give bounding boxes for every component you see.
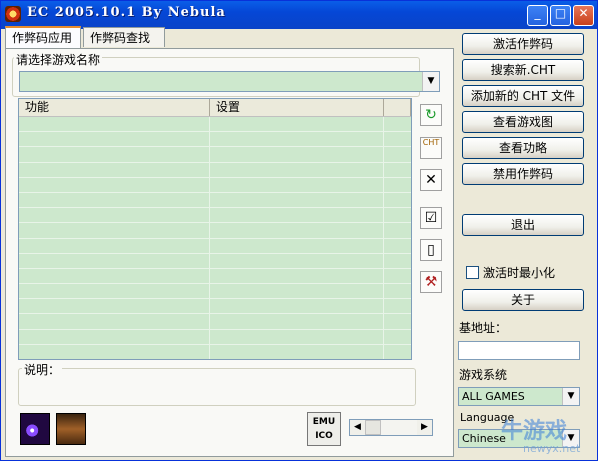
app-icon[interactable] <box>5 6 21 22</box>
table-row[interactable] <box>19 268 411 285</box>
minimize-on-activate-checkbox[interactable] <box>466 266 479 279</box>
horizontal-scrollbar[interactable]: ◀ ▶ <box>349 419 433 436</box>
activate-cheat-button[interactable]: 激活作弊码 <box>462 33 584 55</box>
scroll-thumb[interactable] <box>365 420 381 435</box>
add-cht-file-button[interactable]: 添加新的 CHT 文件 <box>462 85 584 107</box>
minimize-button[interactable]: _ <box>527 5 548 26</box>
table-row[interactable] <box>19 299 411 315</box>
tab-cheat-search[interactable]: 作弊码查找 <box>83 27 165 47</box>
game-system-label: 游戏系统 <box>459 368 508 382</box>
game-thumbnail-1[interactable] <box>20 413 50 445</box>
chevron-down-icon[interactable]: ▼ <box>562 388 579 405</box>
check-list-icon[interactable]: ☑ <box>420 207 442 229</box>
game-select-label: 请选择游戏名称 <box>14 51 103 68</box>
description-label: 说明： <box>22 361 63 378</box>
toggle-panel-icon[interactable]: ▯ <box>420 239 442 261</box>
column-setting[interactable]: 设置 <box>210 99 384 116</box>
about-button[interactable]: 关于 <box>462 289 584 311</box>
game-system-dropdown[interactable]: ALL GAMES ▼ <box>458 387 580 406</box>
tools-icon[interactable]: ⚒ <box>420 271 442 293</box>
base-address-input[interactable] <box>458 341 580 360</box>
tab-cheat-apply[interactable]: 作弊码应用 <box>5 26 81 48</box>
maximize-button[interactable]: □ <box>550 5 571 26</box>
cheat-list-header: 功能 设置 <box>19 99 411 117</box>
table-row[interactable] <box>19 344 411 359</box>
watermark-url: newyx.net <box>523 442 581 455</box>
table-row[interactable] <box>19 238 411 254</box>
view-game-image-button[interactable]: 查看游戏图 <box>462 111 584 133</box>
table-row[interactable] <box>19 329 411 345</box>
chevron-down-icon[interactable]: ▼ <box>422 72 439 91</box>
delete-icon[interactable]: ✕ <box>420 169 442 191</box>
scroll-right-icon[interactable]: ▶ <box>417 420 432 435</box>
disable-cheat-button[interactable]: 禁用作弊码 <box>462 163 584 185</box>
window-title: EC 2005.10.1 By Nebula <box>27 5 226 20</box>
open-cht-icon[interactable]: CHT <box>420 137 442 159</box>
column-function[interactable]: 功能 <box>19 99 210 116</box>
title-bar[interactable]: EC 2005.10.1 By Nebula _ □ ✕ <box>1 1 597 29</box>
table-row[interactable] <box>19 117 411 133</box>
emu-ico-icon[interactable]: EMU ICO <box>307 412 341 446</box>
table-row[interactable] <box>19 223 411 239</box>
game-select-dropdown[interactable]: ▼ <box>19 71 440 92</box>
language-value: Chinese <box>462 432 506 445</box>
minimize-icon: _ <box>534 6 541 20</box>
maximize-icon: □ <box>554 6 567 20</box>
scroll-left-icon[interactable]: ◀ <box>350 420 365 435</box>
tab-panel: 请选择游戏名称 ▼ 功能 设置 说明： EMU ICO ◀ ▶ <box>5 48 454 457</box>
table-row[interactable] <box>19 162 411 178</box>
table-row[interactable] <box>19 284 411 300</box>
view-guide-button[interactable]: 查看功略 <box>462 137 584 159</box>
cheat-list[interactable]: 功能 设置 <box>18 98 412 360</box>
close-button[interactable]: ✕ <box>573 5 594 26</box>
table-row[interactable] <box>19 147 411 163</box>
game-thumbnail-2[interactable] <box>56 413 86 445</box>
cheat-list-rows <box>19 117 411 359</box>
exit-button[interactable]: 退出 <box>462 214 584 236</box>
table-row[interactable] <box>19 132 411 148</box>
close-icon: ✕ <box>578 6 589 20</box>
table-row[interactable] <box>19 314 411 330</box>
search-cht-button[interactable]: 搜索新.CHT <box>462 59 584 81</box>
refresh-icon[interactable]: ↻ <box>420 104 442 126</box>
table-row[interactable] <box>19 253 411 269</box>
main-window: EC 2005.10.1 By Nebula _ □ ✕ 作弊码应用 作弊码查找… <box>0 0 598 461</box>
minimize-on-activate-label[interactable]: 激活时最小化 <box>483 264 555 281</box>
watermark-logo: 牛游戏 <box>501 419 568 444</box>
table-row[interactable] <box>19 208 411 224</box>
table-row[interactable] <box>19 192 411 209</box>
column-extra[interactable] <box>384 99 411 116</box>
description-group <box>18 368 416 406</box>
game-system-value: ALL GAMES <box>462 390 525 403</box>
base-address-label: 基地址： <box>459 321 508 335</box>
table-row[interactable] <box>19 177 411 193</box>
